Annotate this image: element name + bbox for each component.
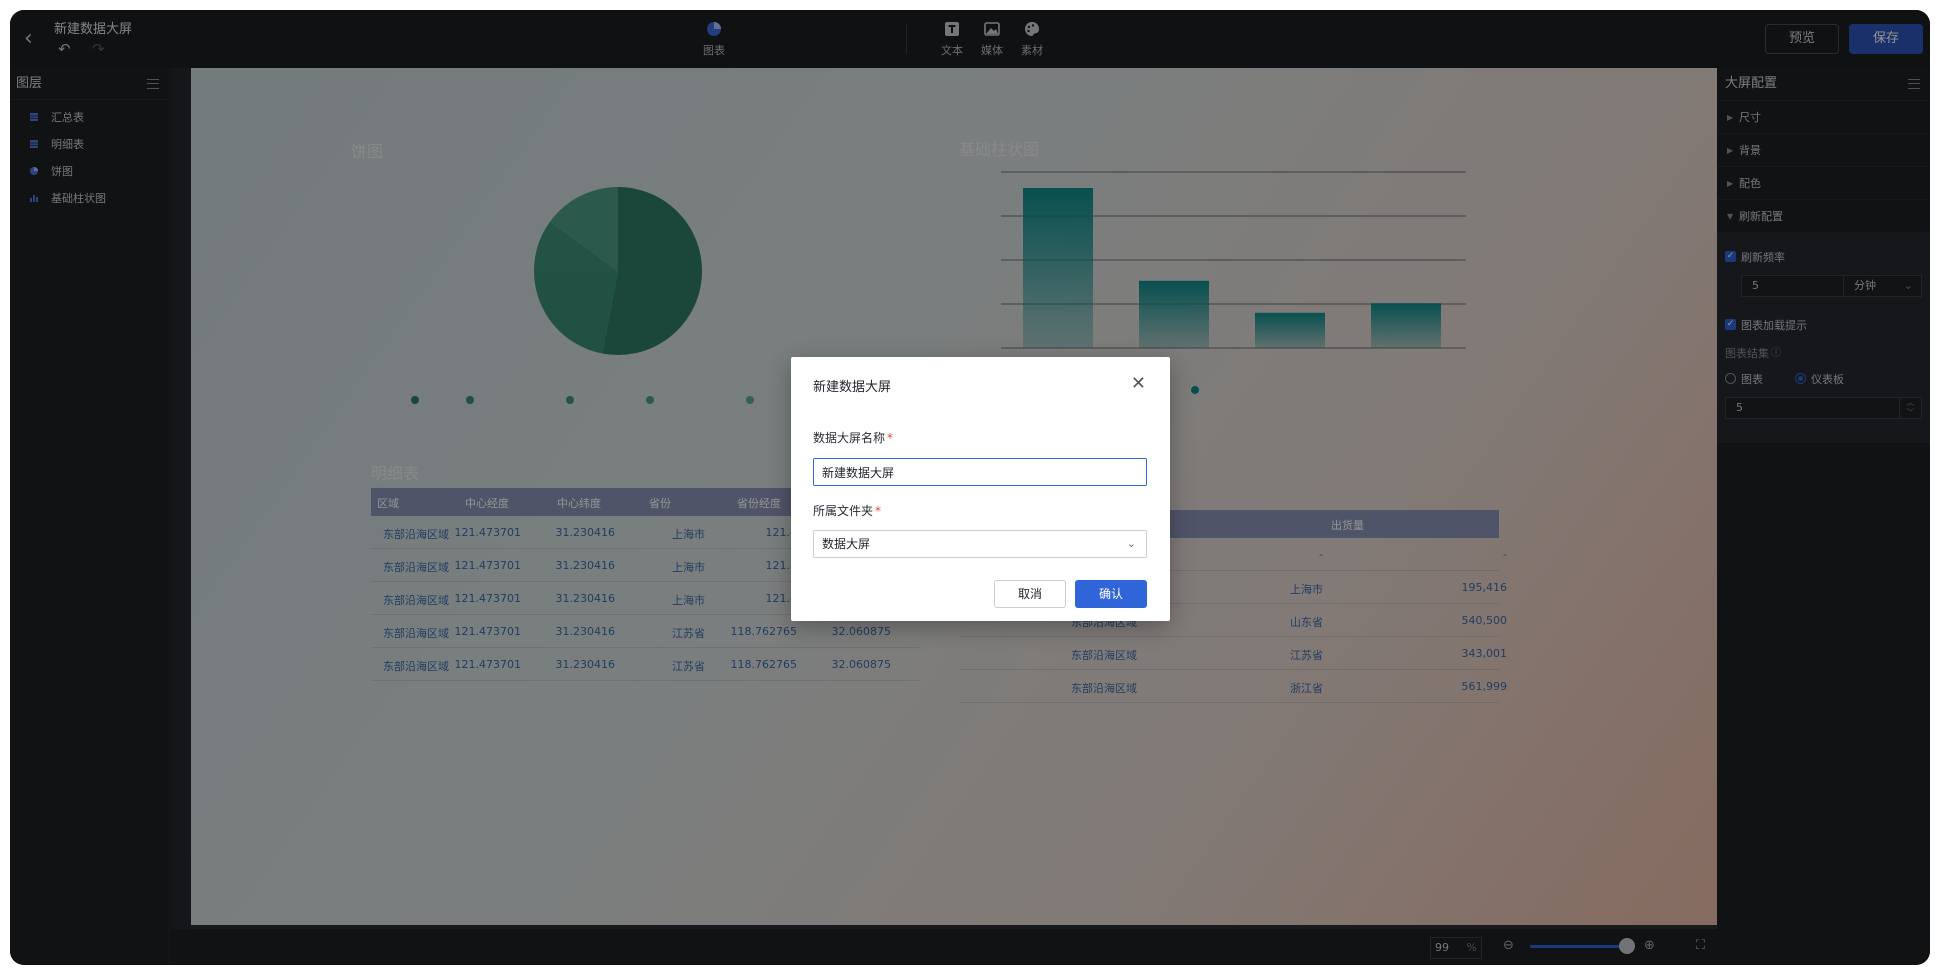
required-mark: * (875, 504, 882, 518)
cancel-button[interactable]: 取消 (994, 580, 1066, 608)
app-window: ‹ 新建数据大屏 ↶ ↷ 图表 文本 媒体 素材 预览 保存 图层 汇总表 明细… (10, 10, 1930, 965)
folder-label-text: 所属文件夹 (813, 504, 874, 518)
required-mark: * (887, 431, 894, 445)
confirm-button[interactable]: 确认 (1075, 580, 1147, 608)
screen-name-input[interactable] (813, 458, 1147, 486)
folder-field-label: 所属文件夹 * (813, 502, 881, 519)
name-label-text: 数据大屏名称 (813, 431, 886, 445)
folder-select-value: 数据大屏 (822, 537, 871, 551)
name-field-label: 数据大屏名称 * (813, 429, 893, 446)
new-screen-dialog: 新建数据大屏 ✕ 数据大屏名称* 所属文件夹* 数据大屏 ⌄ 取消 确认 (791, 357, 1170, 621)
close-icon[interactable]: ✕ (1131, 375, 1146, 393)
dialog-title: 新建数据大屏 (813, 380, 892, 395)
folder-select[interactable]: 数据大屏 ⌄ (813, 530, 1147, 558)
chevron-down-icon: ⌄ (1126, 537, 1136, 550)
